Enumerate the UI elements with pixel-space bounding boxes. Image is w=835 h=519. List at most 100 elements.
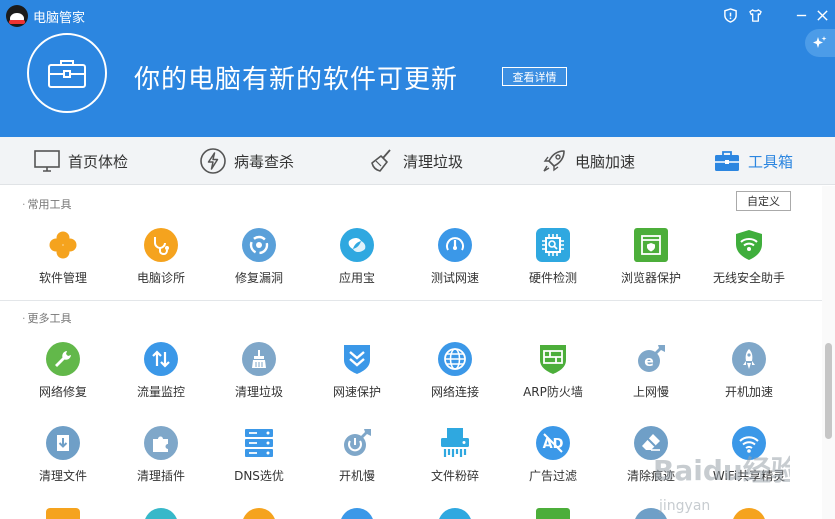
tool-icon-partial[interactable] [144,508,178,519]
tool-label: 电脑诊所 [136,271,185,285]
tool-label: 清理文件 [38,469,87,483]
tool-slow-boot[interactable]: 开机慢 [308,426,404,486]
puzzle-icon [144,426,178,460]
tool-app-store[interactable]: 应用宝 [308,228,404,288]
tool-clear-traces[interactable]: 清除痕迹 [602,426,698,486]
file-clean-icon [46,426,80,460]
tool-label: 修复漏洞 [234,271,283,285]
tool-icon-partial[interactable] [46,508,80,519]
nav-label: 病毒查杀 [234,152,295,171]
tool-label: 广告过滤 [528,469,577,483]
section-title-common: 常用工具 [22,196,72,212]
watermark-sub: jingyan [658,498,710,514]
shirt-icon[interactable] [745,5,765,25]
tool-file-shredder[interactable]: 文件粉碎 [406,426,502,486]
tool-icon-partial[interactable] [536,508,570,519]
app-title: 电脑管家 [33,11,86,26]
nav-label: 工具箱 [748,152,794,171]
tool-ad-filter[interactable]: AD 广告过滤 [504,426,600,486]
chip-icon [536,228,570,262]
tool-pc-clinic[interactable]: 电脑诊所 [112,228,208,288]
updown-arrows-icon [144,342,178,376]
broom-icon [242,342,276,376]
app-header: 电脑管家 你的电脑有新的软件可更新 查看详情 [0,0,835,137]
tool-software-manager[interactable]: 软件管理 [14,228,110,288]
tool-label: 上网慢 [632,385,669,399]
view-details-button[interactable]: 查看详情 [502,67,567,86]
wifi-share-icon [732,426,766,460]
tool-icon-partial[interactable] [242,508,276,519]
section-divider [0,300,822,301]
shredder-icon [438,426,472,460]
tool-label: 测试网速 [430,271,479,285]
nav-item-toolbox[interactable]: 工具箱 [713,137,793,185]
close-icon[interactable] [812,5,832,25]
speed-test-icon [438,228,472,262]
tool-label: WiFi共享精灵 [712,469,786,483]
nav-label: 清理垃圾 [403,152,464,171]
tool-speed-protection[interactable]: 网速保护 [308,342,404,402]
tool-clean-plugins[interactable]: 清理插件 [112,426,208,486]
tool-boot-speedup[interactable]: 开机加速 [700,342,796,402]
power-rocket-icon [732,342,766,376]
nav-item-speedup[interactable]: 电脑加速 [540,137,635,185]
tool-arp-firewall[interactable]: ARP防火墙 [504,342,600,402]
tool-label: 流量监控 [136,385,185,399]
tool-clean-junk[interactable]: 清理垃圾 [210,342,306,402]
tool-browser-protection[interactable]: 浏览器保护 [602,228,698,288]
tool-icon-partial[interactable] [438,508,472,519]
tool-network-connection[interactable]: 网络连接 [406,342,502,402]
tool-label: 开机加速 [724,385,773,399]
tool-label: DNS选优 [234,469,284,483]
section-title-more: 更多工具 [22,310,72,326]
tool-traffic-monitor[interactable]: 流量监控 [112,342,208,402]
wifi-shield-icon [732,228,766,262]
shield-icon[interactable] [720,5,740,25]
qq-penguin-logo-icon [6,5,28,27]
svg-text:e: e [644,354,654,370]
patch-icon [242,228,276,262]
ad-block-icon: AD [536,426,570,460]
tool-icon-partial[interactable] [732,508,766,519]
nav-item-home-check[interactable]: 首页体检 [33,137,128,185]
rocket-icon [543,150,565,172]
tool-label: 网络连接 [430,385,479,399]
tool-icon-partial[interactable] [634,508,668,519]
tool-label: 文件粉碎 [430,469,479,483]
app-store-icon [340,228,374,262]
tool-dns-optimize[interactable]: DNS选优 [210,426,306,486]
nav-label: 电脑加速 [575,152,636,171]
tool-fix-vulnerability[interactable]: 修复漏洞 [210,228,306,288]
tool-speed-test[interactable]: 测试网速 [406,228,502,288]
minimize-icon[interactable] [791,5,811,25]
globe-icon [438,342,472,376]
tool-slow-internet[interactable]: e 上网慢 [602,342,698,402]
server-icon [242,426,276,460]
tool-label: 清除痕迹 [626,469,675,483]
scrollbar-thumb[interactable] [825,343,832,439]
tool-icon-partial[interactable] [340,508,374,519]
tool-label: 网络修复 [38,385,87,399]
firewall-icon [536,342,570,376]
sparkle-tab-icon[interactable] [805,29,835,57]
tool-label: 应用宝 [338,271,375,285]
slow-boot-icon [340,426,374,460]
tool-label: 浏览器保护 [620,271,681,285]
nav-item-virus-scan[interactable]: 病毒查杀 [199,137,294,185]
clover-icon [46,228,80,262]
customize-button[interactable]: 自定义 [736,191,791,211]
nav-item-clean-junk[interactable]: 清理垃圾 [368,137,463,185]
tool-wifi-share[interactable]: WiFi共享精灵 [700,426,796,486]
eraser-icon [634,426,668,460]
tool-network-repair[interactable]: 网络修复 [14,342,110,402]
main-nav: 首页体检 病毒查杀 清理垃圾 电脑加速 工具箱 [0,137,835,185]
bolt-icon [200,148,226,174]
tool-label: 硬件检测 [528,271,577,285]
tool-clean-files[interactable]: 清理文件 [14,426,110,486]
toolbox-hero-icon [27,33,107,113]
tool-wifi-security[interactable]: 无线安全助手 [700,228,796,288]
toolbox-icon [715,151,739,171]
tool-label: 软件管理 [38,271,87,285]
nav-label: 首页体检 [68,152,129,171]
tool-hardware-check[interactable]: 硬件检测 [504,228,600,288]
